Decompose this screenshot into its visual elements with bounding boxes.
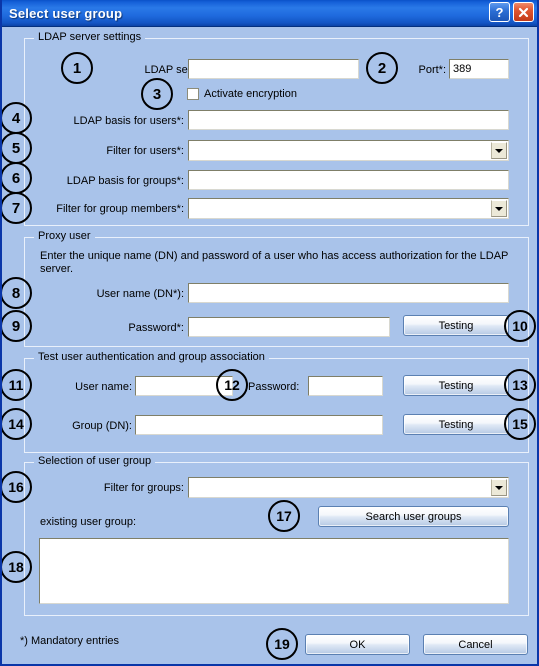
ldap-server-input[interactable] <box>188 59 359 79</box>
select-user-group-dialog: Select user group ? LDAP server settings… <box>0 0 539 666</box>
label-test-group-dn: Group (DN): <box>72 420 132 432</box>
ldap-basis-groups-input[interactable] <box>188 170 509 190</box>
search-user-groups-button[interactable]: Search user groups <box>318 506 509 527</box>
label-activate-encryption: Activate encryption <box>204 88 297 100</box>
test-user-name-input[interactable] <box>135 376 233 396</box>
groupbox-legend-proxy-user: Proxy user <box>34 230 95 242</box>
groupbox-legend-selection-user-group: Selection of user group <box>34 455 156 467</box>
chevron-down-icon[interactable] <box>491 200 507 217</box>
window-title: Select user group <box>9 5 123 21</box>
filter-users-combobox[interactable] <box>188 140 509 161</box>
groupbox-test-authentication: Test user authentication and group assoc… <box>24 351 529 453</box>
test-password-input[interactable] <box>308 376 383 396</box>
label-proxy-user-name: User name (DN*): <box>96 288 184 300</box>
filter-users-combobox-value <box>189 141 490 160</box>
chevron-down-icon[interactable] <box>491 142 507 159</box>
filter-group-members-combobox[interactable] <box>188 198 509 219</box>
groupbox-legend-test-authentication: Test user authentication and group assoc… <box>34 351 269 363</box>
help-icon-glyph: ? <box>495 4 504 20</box>
help-icon[interactable]: ? <box>489 2 510 22</box>
filter-groups-combobox-value <box>189 478 490 497</box>
port-input[interactable] <box>449 59 509 79</box>
filter-group-members-combobox-value <box>189 199 490 218</box>
proxy-user-description: Enter the unique name (DN) and password … <box>40 250 509 275</box>
label-proxy-password: Password*: <box>128 322 184 334</box>
label-test-user-name: User name: <box>75 381 132 393</box>
test-group-dn-input[interactable] <box>135 415 383 435</box>
proxy-user-test-button[interactable]: Testing <box>403 315 509 336</box>
label-existing-user-group: existing user group: <box>40 516 136 528</box>
ldap-basis-users-input[interactable] <box>188 110 509 130</box>
titlebar-button-group: ? <box>489 2 534 22</box>
label-filter-groups: Filter for groups: <box>103 482 184 494</box>
proxy-password-input[interactable] <box>188 317 390 337</box>
label-ldap-basis-groups: LDAP basis for groups*: <box>66 175 184 187</box>
test-group-association-button[interactable]: Testing <box>403 414 509 435</box>
mandatory-entries-note: *) Mandatory entries <box>20 635 120 647</box>
existing-user-group-listbox[interactable] <box>39 538 509 604</box>
close-icon-glyph <box>518 7 529 17</box>
label-filter-users: Filter for users*: <box>106 145 184 157</box>
groupbox-legend-ldap-server-settings: LDAP server settings <box>34 31 146 43</box>
label-port: Port*: <box>418 64 446 76</box>
filter-groups-combobox[interactable] <box>188 477 509 498</box>
close-icon[interactable] <box>513 2 534 22</box>
callout-19: 19 <box>266 628 298 660</box>
label-filter-group-members: Filter for group members*: <box>56 203 184 215</box>
chevron-down-icon[interactable] <box>491 479 507 496</box>
test-authentication-button[interactable]: Testing <box>403 375 509 396</box>
title-bar: Select user group ? <box>2 0 537 27</box>
activate-encryption-checkbox[interactable] <box>187 88 199 100</box>
label-ldap-basis-users: LDAP basis for users*: <box>73 115 184 127</box>
proxy-user-name-input[interactable] <box>188 283 509 303</box>
cancel-button[interactable]: Cancel <box>423 634 528 655</box>
ok-button[interactable]: OK <box>305 634 410 655</box>
